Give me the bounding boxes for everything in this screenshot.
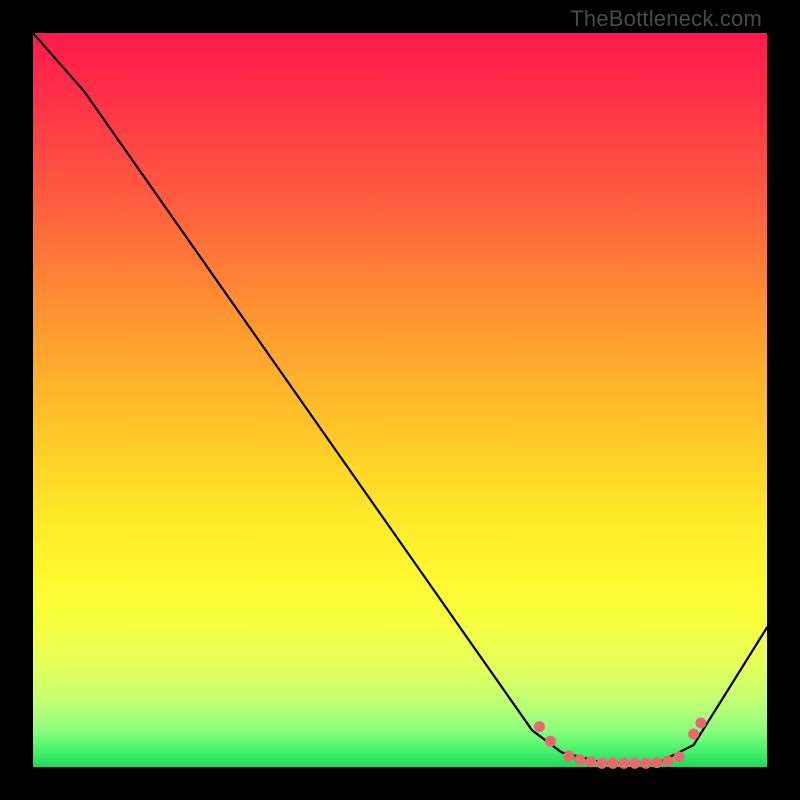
data-marker <box>663 756 673 766</box>
curve-path <box>33 33 767 763</box>
data-marker <box>597 758 607 768</box>
data-marker <box>630 758 640 768</box>
data-marker <box>689 729 699 739</box>
data-marker <box>674 752 684 762</box>
data-marker <box>641 758 651 768</box>
data-marker <box>586 757 596 767</box>
bottleneck-curve <box>33 33 767 767</box>
data-marker <box>546 736 556 746</box>
attribution-text: TheBottleneck.com <box>570 6 762 32</box>
data-marker <box>652 758 662 768</box>
data-marker <box>575 755 585 765</box>
data-marker <box>564 751 574 761</box>
data-marker <box>535 722 545 732</box>
data-marker <box>608 758 618 768</box>
data-marker <box>619 758 629 768</box>
chart-container: TheBottleneck.com <box>0 0 800 800</box>
data-marker <box>696 718 706 728</box>
data-markers <box>535 718 706 768</box>
plot-area <box>33 33 767 767</box>
